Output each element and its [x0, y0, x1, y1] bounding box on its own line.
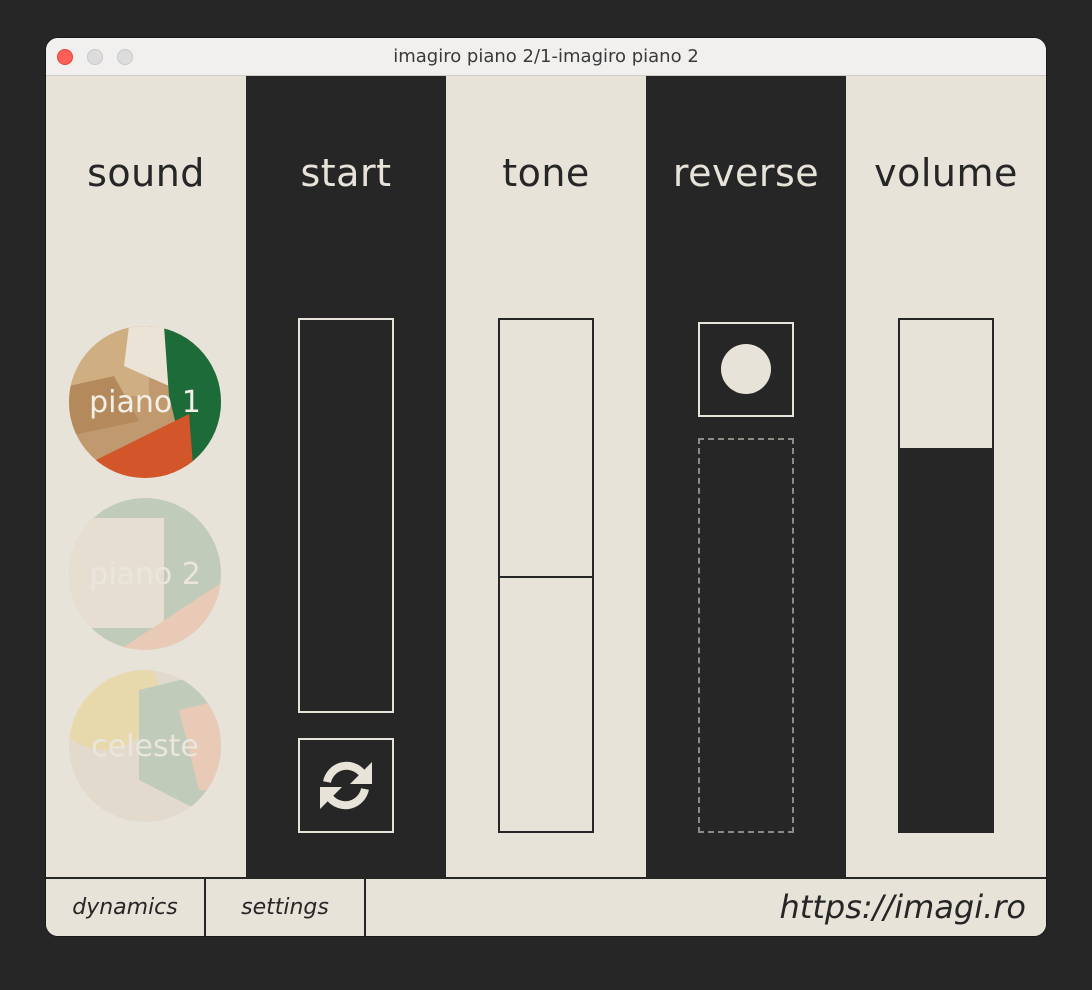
sound-heading: sound	[87, 151, 205, 195]
settings-tab[interactable]: settings	[206, 879, 366, 936]
sound-piano-1-button[interactable]: piano 1	[69, 326, 221, 478]
dynamics-tab[interactable]: dynamics	[46, 879, 206, 936]
sound-celeste-button[interactable]: celeste	[69, 670, 221, 822]
volume-heading: volume	[874, 151, 1018, 195]
start-heading: start	[300, 151, 392, 195]
reverse-heading: reverse	[672, 151, 820, 195]
window-title: imagiro piano 2/1-imagiro piano 2	[393, 46, 699, 67]
sound-label-celeste: celeste	[91, 728, 199, 764]
refresh-icon	[320, 761, 372, 810]
volume-column: volume	[846, 76, 1046, 877]
sound-piano-2-button[interactable]: piano 2	[69, 498, 221, 650]
start-column: start	[246, 76, 446, 877]
footer-bar: dynamics settings https://imagi.ro	[46, 877, 1046, 936]
start-slider[interactable]	[298, 318, 394, 713]
sound-label-piano-1: piano 1	[89, 384, 201, 420]
reverse-column: reverse	[646, 76, 846, 877]
reverse-toggle-button[interactable]	[698, 322, 794, 417]
record-dot-icon	[721, 344, 771, 394]
tone-column: tone	[446, 76, 646, 877]
sound-label-piano-2: piano 2	[89, 556, 201, 592]
website-link[interactable]: https://imagi.ro	[780, 879, 1026, 936]
volume-slider-fill	[900, 447, 992, 831]
volume-slider[interactable]	[898, 318, 994, 833]
reset-button[interactable]	[298, 738, 394, 833]
tone-heading: tone	[502, 151, 590, 195]
tone-slider-midline	[500, 576, 592, 578]
sound-column: sound piano 1 piano 2 celeste	[46, 76, 246, 877]
reverse-slider[interactable]	[698, 438, 794, 833]
tone-slider[interactable]	[498, 318, 594, 833]
plugin-window: imagiro piano 2/1-imagiro piano 2 sound …	[46, 38, 1046, 936]
title-bar: imagiro piano 2/1-imagiro piano 2	[46, 38, 1046, 76]
